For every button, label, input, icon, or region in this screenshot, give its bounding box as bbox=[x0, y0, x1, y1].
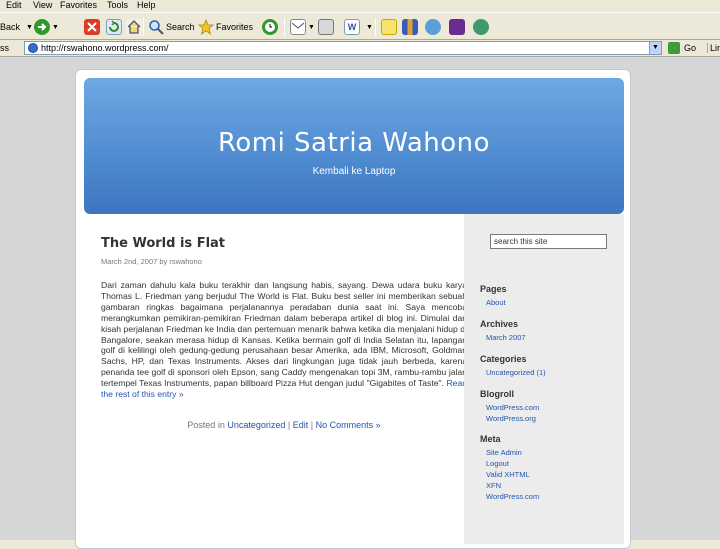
mail-button[interactable]: ▼ bbox=[290, 17, 315, 37]
toolbar-extra-button-2[interactable] bbox=[473, 17, 489, 37]
posted-in-label: Posted in bbox=[187, 419, 225, 430]
history-icon bbox=[262, 19, 278, 35]
sidebar-link-about[interactable]: About bbox=[486, 298, 506, 309]
blog-page: Romi Satria Wahono Kembali ke Laptop The… bbox=[75, 69, 631, 549]
stop-button[interactable] bbox=[84, 17, 100, 37]
address-input[interactable]: http://rswahono.wordpress.com/ ▼ bbox=[24, 41, 662, 55]
post-body: Dari zaman dahulu kala buku terakhir dan… bbox=[101, 280, 467, 400]
post-footer: Posted in Uncategorized | Edit | No Comm… bbox=[101, 420, 467, 430]
sidebar-link-valid-xhtml[interactable]: Valid XHTML bbox=[486, 470, 530, 481]
mail-icon bbox=[290, 19, 306, 35]
books-icon bbox=[402, 19, 418, 35]
sidebar-link-logout[interactable]: Logout bbox=[486, 459, 509, 470]
word-document-icon: W bbox=[344, 19, 360, 35]
search-input[interactable]: search this site bbox=[490, 234, 607, 249]
menu-tools[interactable]: Tools bbox=[107, 0, 128, 11]
sidebar: search this site Pages About Archives Ma… bbox=[464, 214, 624, 544]
edit-button[interactable]: W ▼ bbox=[344, 17, 373, 37]
chevron-down-icon: ▼ bbox=[366, 23, 373, 31]
menu-bar: Edit View Favorites Tools Help bbox=[0, 0, 720, 12]
back-button[interactable]: Back bbox=[0, 17, 20, 37]
post-meta: March 2nd, 2007 by rswahono bbox=[101, 257, 202, 266]
print-icon bbox=[318, 19, 334, 35]
home-button[interactable] bbox=[126, 17, 142, 37]
stop-icon bbox=[84, 19, 100, 35]
research-button[interactable] bbox=[402, 17, 418, 37]
sidebar-link-site-admin[interactable]: Site Admin bbox=[486, 448, 522, 459]
toolbar: Back ▼ ▼ Search Favorites ▼ W ▼ bbox=[0, 12, 720, 40]
menu-edit[interactable]: Edit bbox=[6, 0, 22, 11]
blog-description: Kembali ke Laptop bbox=[312, 166, 396, 177]
sidebar-link-wordpress-org[interactable]: WordPress.org bbox=[486, 414, 536, 425]
search-label: Search bbox=[166, 22, 195, 32]
chevron-down-icon: ▼ bbox=[26, 23, 33, 31]
refresh-button[interactable] bbox=[106, 17, 122, 37]
separator: | bbox=[310, 419, 314, 430]
refresh-icon bbox=[106, 19, 122, 35]
address-bar: ss http://rswahono.wordpress.com/ ▼ Go L… bbox=[0, 40, 720, 57]
sidebar-link-wordpress-com[interactable]: WordPress.com bbox=[486, 403, 539, 414]
messenger-icon bbox=[425, 19, 441, 35]
archives-heading: Archives bbox=[480, 319, 519, 329]
blog-header: Romi Satria Wahono Kembali ke Laptop bbox=[84, 78, 624, 214]
post-title[interactable]: The World is Flat bbox=[101, 236, 467, 251]
post-body-text: Dari zaman dahulu kala buku terakhir dan… bbox=[101, 280, 467, 389]
menu-view[interactable]: View bbox=[33, 0, 52, 11]
discuss-button[interactable] bbox=[381, 17, 397, 37]
web-page-viewport: Romi Satria Wahono Kembali ke Laptop The… bbox=[0, 57, 720, 549]
chevron-down-icon[interactable]: ▼ bbox=[649, 42, 661, 54]
forward-arrow-icon bbox=[34, 19, 50, 35]
menu-help[interactable]: Help bbox=[137, 0, 156, 11]
note-icon bbox=[381, 19, 397, 35]
blog-title[interactable]: Romi Satria Wahono bbox=[84, 128, 624, 158]
favorites-label: Favorites bbox=[216, 22, 254, 32]
print-button[interactable] bbox=[318, 17, 334, 37]
toolbar-extra-button[interactable] bbox=[449, 17, 465, 37]
back-label: Back bbox=[0, 22, 21, 32]
history-button[interactable] bbox=[262, 17, 278, 37]
search-icon bbox=[148, 19, 164, 35]
favorites-button[interactable]: Favorites bbox=[197, 17, 254, 37]
chevron-down-icon: ▼ bbox=[52, 23, 59, 31]
links-button[interactable]: Lin bbox=[707, 43, 720, 53]
pages-heading: Pages bbox=[480, 284, 507, 294]
star-icon bbox=[197, 18, 215, 35]
address-url: http://rswahono.wordpress.com/ bbox=[41, 43, 169, 53]
search-button[interactable]: Search bbox=[148, 17, 195, 37]
purple-app-icon bbox=[449, 19, 465, 35]
category-link[interactable]: Uncategorized bbox=[227, 420, 285, 430]
meta-heading: Meta bbox=[480, 434, 501, 444]
comments-link[interactable]: No Comments » bbox=[316, 420, 381, 430]
post: The World is Flat March 2nd, 2007 by rsw… bbox=[101, 236, 467, 430]
ie-page-icon bbox=[28, 43, 38, 53]
go-arrow-icon bbox=[668, 42, 680, 54]
categories-heading: Categories bbox=[480, 354, 527, 364]
edit-link[interactable]: Edit bbox=[293, 420, 309, 430]
home-icon bbox=[126, 19, 142, 35]
go-label: Go bbox=[684, 43, 697, 53]
chevron-down-icon: ▼ bbox=[308, 23, 315, 31]
separator: | bbox=[287, 419, 291, 430]
blogroll-heading: Blogroll bbox=[480, 389, 514, 399]
menu-favorites[interactable]: Favorites bbox=[60, 0, 97, 11]
forward-button[interactable]: ▼ bbox=[34, 17, 59, 37]
sidebar-link-wordpress-com-meta[interactable]: WordPress.com bbox=[486, 492, 539, 503]
address-label: ss bbox=[0, 43, 9, 53]
messenger-button[interactable] bbox=[425, 17, 441, 37]
sidebar-link-uncategorized[interactable]: Uncategorized (1) bbox=[486, 368, 546, 379]
go-button[interactable]: Go bbox=[668, 42, 696, 54]
sidebar-link-march-2007[interactable]: March 2007 bbox=[486, 333, 526, 344]
back-dropdown[interactable]: ▼ bbox=[24, 17, 33, 37]
sidebar-link-xfn[interactable]: XFN bbox=[486, 481, 501, 492]
people-icon bbox=[473, 19, 489, 35]
